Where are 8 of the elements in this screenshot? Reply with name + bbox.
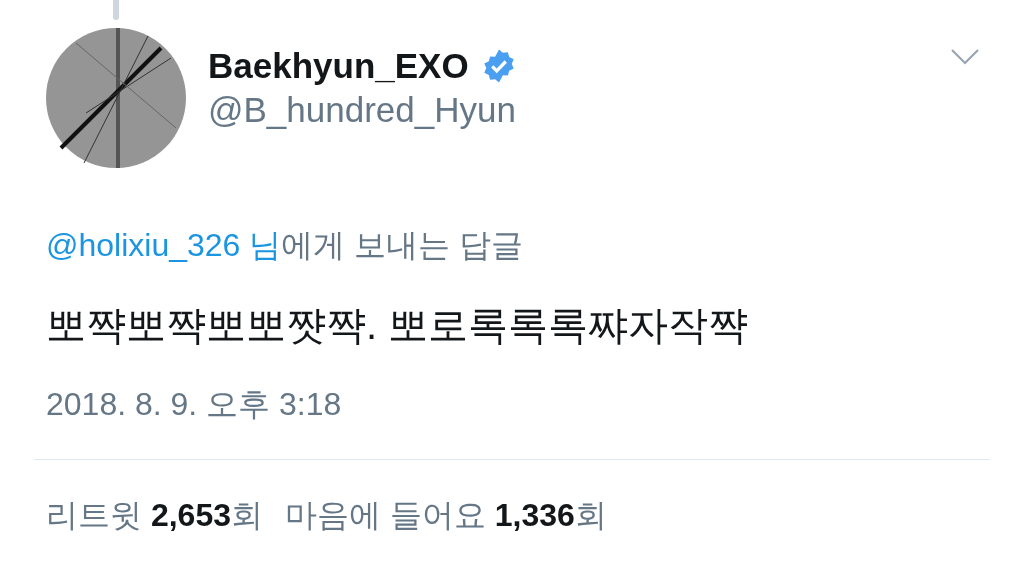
author-name[interactable]: Baekhyun_EXO xyxy=(208,46,469,86)
tweet-text: 뽀쨕뽀쨕뽀뽀쨧쨕. 뽀로록록록쨔자작쨕 xyxy=(46,302,750,349)
stat-count[interactable]: 마음에 들어요 1,336회 xyxy=(284,494,607,538)
author-handle[interactable]: @B_hundred_Hyun xyxy=(208,90,950,130)
chevron-down-icon[interactable] xyxy=(950,48,980,66)
tweet-timestamp: 2018. 8. 9. 오후 3:18 xyxy=(46,385,343,424)
reply-context: @holixiu_326 님 에게 보내는 답글 xyxy=(46,226,525,265)
stat-count[interactable]: 리트윗 2,653회 xyxy=(46,494,263,538)
